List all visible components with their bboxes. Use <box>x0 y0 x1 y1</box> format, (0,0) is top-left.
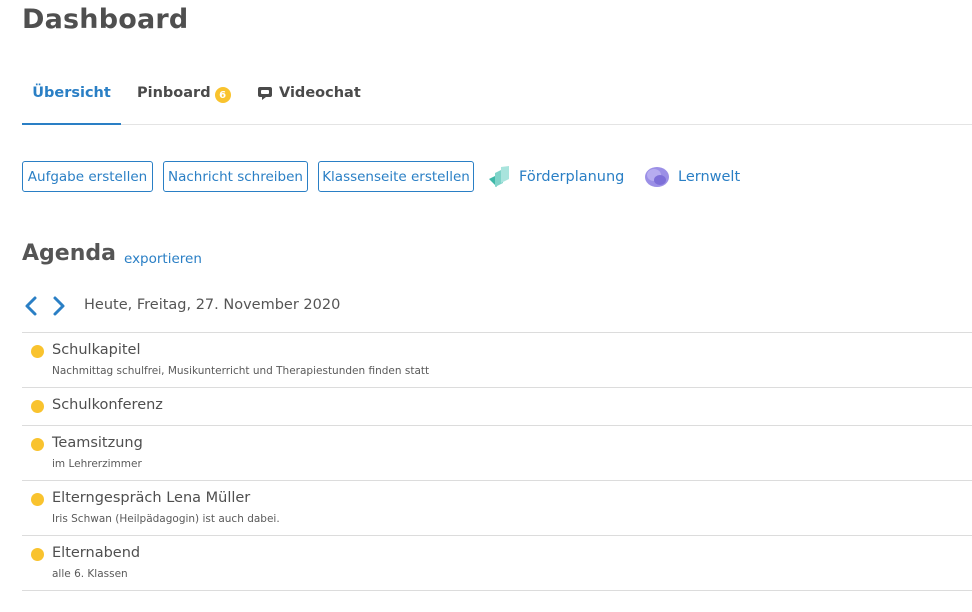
agenda-title: Agenda <box>22 241 116 266</box>
tab-label: Pinboard <box>137 85 211 101</box>
tab-label: Videochat <box>279 85 361 101</box>
page-title: Dashboard <box>22 4 189 35</box>
agenda-item[interactable]: Schulkapitel Nachmittag schulfrei, Musik… <box>22 333 972 388</box>
tab-bar: Übersicht Pinboard 6 Videochat <box>22 62 972 125</box>
write-message-button[interactable]: Nachricht schreiben <box>163 161 308 192</box>
tab-uebersicht[interactable]: Übersicht <box>22 62 121 125</box>
agenda-item-title: Teamsitzung <box>52 435 143 451</box>
event-dot-icon <box>31 548 44 561</box>
pinboard-count-badge: 6 <box>214 87 231 103</box>
agenda-item[interactable]: Elterngespräch Lena Müller Iris Schwan (… <box>22 481 972 536</box>
agenda-item-subtitle: im Lehrerzimmer <box>52 458 142 470</box>
current-date-label: Heute, Freitag, 27. November 2020 <box>84 297 341 313</box>
agenda-list: Schulkapitel Nachmittag schulfrei, Musik… <box>22 332 972 591</box>
agenda-item[interactable]: Teamsitzung im Lehrerzimmer <box>22 426 972 481</box>
tab-label: Übersicht <box>32 84 111 101</box>
agenda-item-subtitle: Iris Schwan (Heilpädagogin) ist auch dab… <box>52 513 280 525</box>
create-class-page-button[interactable]: Klassenseite erstellen <box>318 161 474 192</box>
lernwelt-link[interactable]: Lernwelt <box>644 161 740 192</box>
lernwelt-icon <box>645 166 669 187</box>
event-dot-icon <box>31 345 44 358</box>
previous-day-button[interactable] <box>22 295 40 317</box>
agenda-item-subtitle: alle 6. Klassen <box>52 568 128 580</box>
next-day-button[interactable] <box>50 295 68 317</box>
create-task-button[interactable]: Aufgabe erstellen <box>22 161 153 192</box>
lernwelt-label: Lernwelt <box>678 168 741 185</box>
event-dot-icon <box>31 438 44 451</box>
chat-bubble-icon <box>257 85 273 101</box>
agenda-item[interactable]: Schulkonferenz <box>22 388 972 426</box>
foerderplanung-icon <box>489 165 509 187</box>
agenda-item-subtitle: Nachmittag schulfrei, Musikunterricht un… <box>52 365 430 377</box>
event-dot-icon <box>31 400 44 413</box>
export-link[interactable]: exportieren <box>124 251 202 267</box>
tab-pinboard[interactable]: Pinboard 6 <box>137 62 231 124</box>
chevron-right-icon <box>53 296 65 316</box>
tab-videochat[interactable]: Videochat <box>257 62 361 124</box>
foerderplanung-link[interactable]: Förderplanung <box>487 161 624 192</box>
agenda-item[interactable]: Elternabend alle 6. Klassen <box>22 536 972 591</box>
agenda-item-title: Elterngespräch Lena Müller <box>52 490 251 506</box>
event-dot-icon <box>31 493 44 506</box>
agenda-item-title: Elternabend <box>52 545 141 561</box>
chevron-left-icon <box>25 296 37 316</box>
foerderplanung-label: Förderplanung <box>519 168 625 185</box>
agenda-item-title: Schulkapitel <box>52 342 141 358</box>
agenda-item-title: Schulkonferenz <box>52 397 163 413</box>
